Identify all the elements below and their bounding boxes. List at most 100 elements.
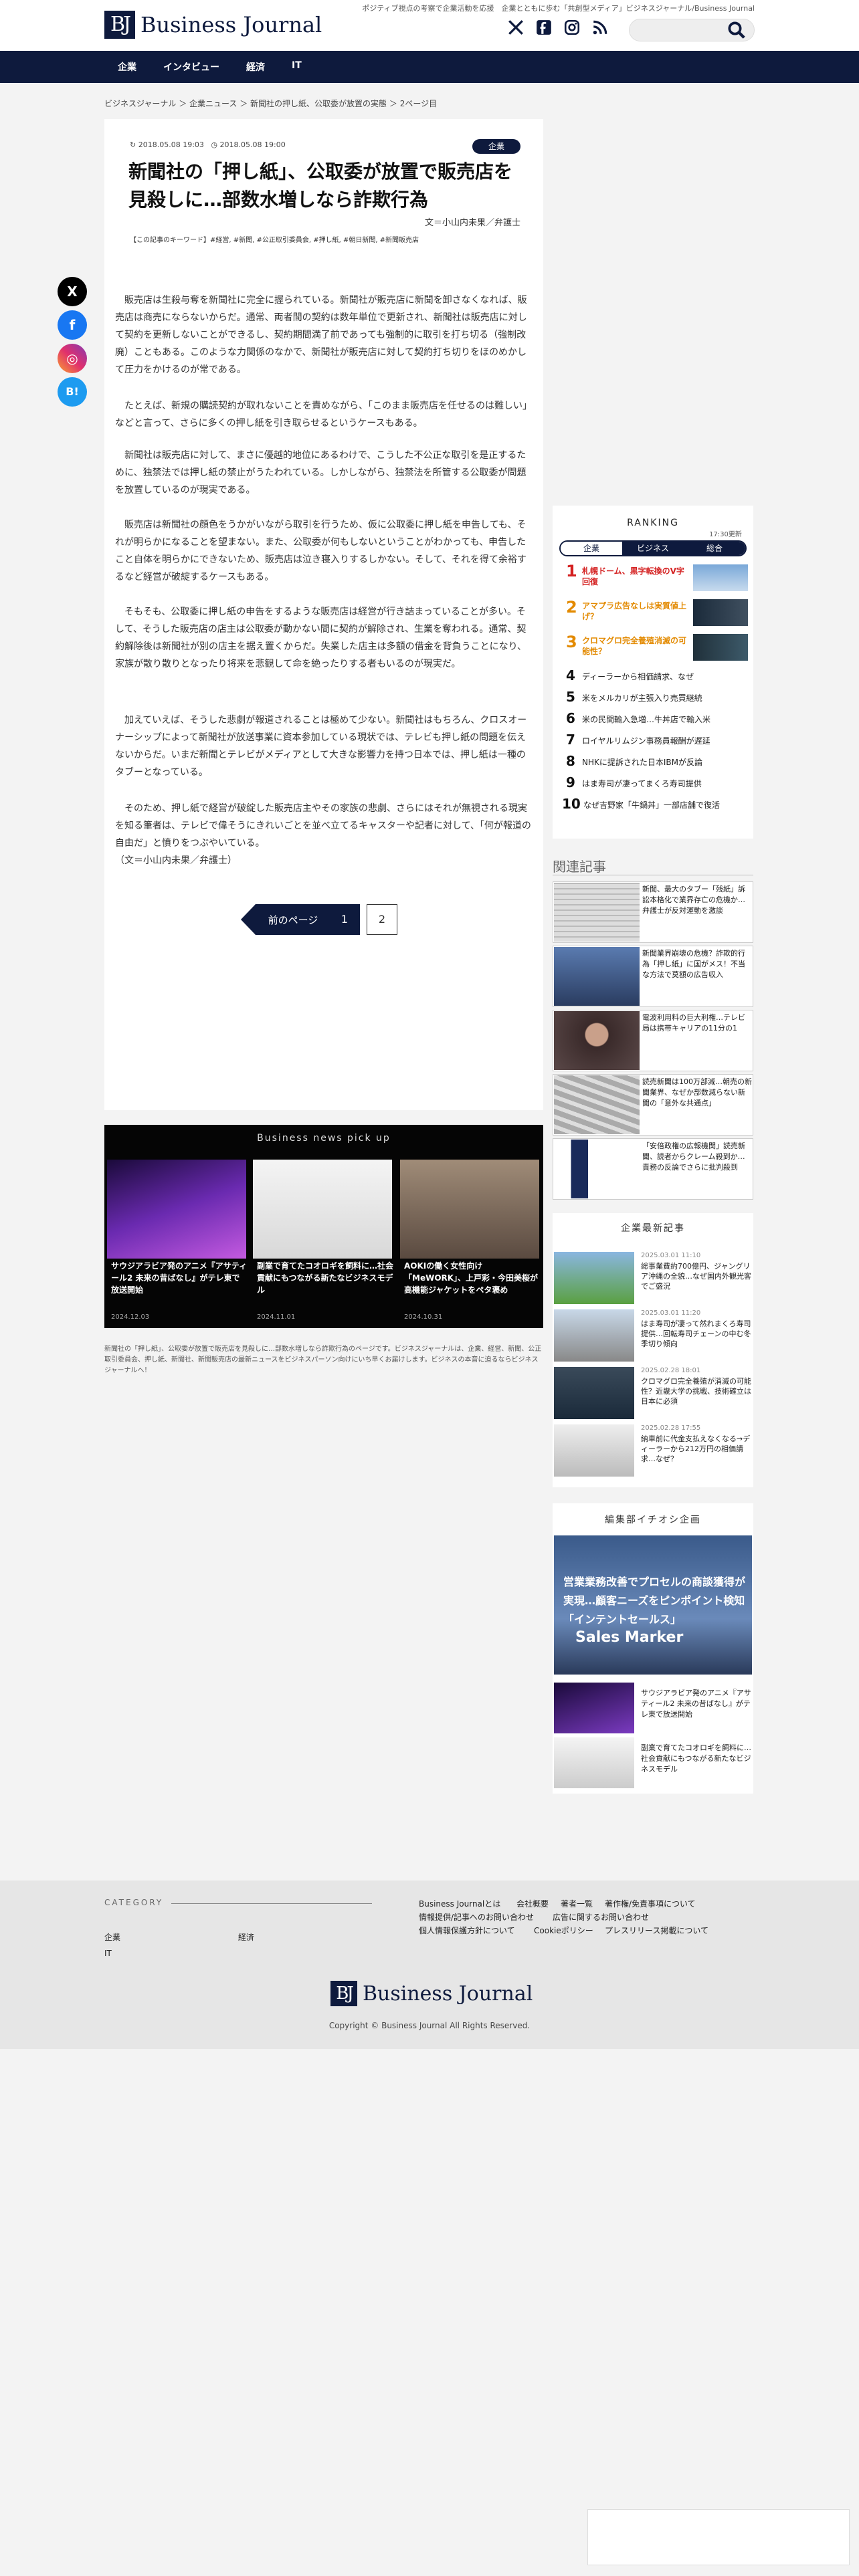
corp-news-date: 2025.02.28 17:55 <box>641 1424 701 1432</box>
nav-item-interview[interactable]: インタビュー <box>163 60 219 74</box>
related-item-title[interactable]: 読売新聞は100万部減…朝売の新聞業界、なぜか部数減らない新聞の「意外な共通点」 <box>642 1077 752 1109</box>
footer-link-press[interactable]: プレスリリース掲載について <box>605 1925 708 1936</box>
rank-item-title[interactable]: 札幌ドーム、黒字転換のV字回復 <box>582 566 689 587</box>
rank-item-title[interactable]: NHKに提訴された日本IBMが反論 <box>582 757 743 768</box>
footer-category-economy[interactable]: 経済 <box>238 1931 254 1943</box>
corp-news-image[interactable] <box>554 1309 634 1362</box>
ranking-tab-business[interactable]: ビジネス <box>622 542 684 555</box>
ranking-tabs: 企業 ビジネス 総合 <box>559 540 747 556</box>
footer-link-authors[interactable]: 著者一覧 <box>561 1898 593 1909</box>
rank-item-title[interactable]: はま寿司が凄ってまくろ寿司提供 <box>582 778 743 789</box>
corp-news-date: 2025.03.01 11:10 <box>641 1252 701 1259</box>
related-image[interactable] <box>554 883 640 942</box>
footer-link-copyright[interactable]: 著作権/免責事項について <box>605 1898 696 1909</box>
rss-icon[interactable] <box>591 19 609 36</box>
editor-item-image[interactable] <box>554 1737 634 1788</box>
ranking-tab-corporate[interactable]: 企業 <box>561 542 622 555</box>
footer-logo[interactable]: BJ Business Journal <box>330 1981 533 2006</box>
nav-item-economy[interactable]: 経済 <box>246 60 265 74</box>
category-badge[interactable]: 企業 <box>472 139 520 154</box>
related-image[interactable] <box>554 947 640 1006</box>
facebook-icon[interactable] <box>535 19 553 36</box>
rank-number: 10 <box>562 796 581 812</box>
rank-number: 2 <box>566 598 577 617</box>
related-image[interactable] <box>554 1140 640 1198</box>
pickup-item-title[interactable]: 副業で育てたコオロギを飼料に…社会貢献にもつながる新たなビジネスモデル <box>257 1260 393 1296</box>
article-keywords[interactable]: 【この記事のキーワード】#経営, #新聞, #公正取引委員会, #押し紙, #朝… <box>130 234 524 244</box>
footer-logo-text: Business Journal <box>363 1981 533 2006</box>
share-hatena-button[interactable]: B! <box>58 377 87 407</box>
corp-news-title[interactable]: 納車前に代金支払えなくなる→ディーラーから212万円の相価請求…なぜ？ <box>641 1434 752 1464</box>
footer-link-company[interactable]: 会社概要 <box>516 1898 549 1909</box>
prev-page-label: 前のページ <box>268 914 318 926</box>
footer-link-privacy[interactable]: 個人情報保護方針について <box>419 1925 515 1936</box>
ranking-tab-overall[interactable]: 総合 <box>684 542 745 555</box>
share-facebook-button[interactable]: f <box>58 310 87 340</box>
published-date: 2018.05.08 19:00 <box>219 140 286 149</box>
corp-news-title[interactable]: 総事業費約700億円、ジャングリア沖縄の全貌…なぜ国内外観光客でご盛況 <box>641 1261 752 1291</box>
rank-item-title[interactable]: ロイヤルリムジン事務員報酬が遅延 <box>582 736 743 746</box>
footer-category-corporate[interactable]: 企業 <box>104 1931 120 1943</box>
related-item-title[interactable]: 電波利用料の巨大利権…テレビ局は携帯キャリアの11分の1 <box>642 1012 752 1034</box>
editor-item-title[interactable]: 副業で育てたコオロギを飼料に…社会貢献にもつながる新たなビジネスモデル <box>641 1743 752 1775</box>
page-1-button[interactable]: 1 <box>329 904 360 935</box>
rank-item-image[interactable] <box>693 564 748 591</box>
rank-item-title[interactable]: 米をメルカリが主張入り売買継続 <box>582 693 743 704</box>
breadcrumb[interactable]: ビジネスジャーナル ＞ 企業ニュース ＞ 新聞社の押し紙、公取委が放置の実態 ＞… <box>104 98 437 109</box>
logo-text: Business Journal <box>140 12 322 37</box>
site-logo[interactable]: BJ Business Journal <box>104 11 322 39</box>
share-instagram-button[interactable]: ◎ <box>58 344 87 373</box>
related-image[interactable] <box>554 1011 640 1070</box>
rank-item-title[interactable]: ディーラーから相価請求、なぜ <box>582 671 743 682</box>
corp-news-title[interactable]: クロマグロ完全養殖が消滅の可能性？近畿大学の挑戦、技術確立は日本に必須 <box>641 1376 752 1406</box>
rank-number: 9 <box>566 774 575 790</box>
editor-feature-title[interactable]: 営業業務改善でプロセルの商談獲得が実現…顧客ニーズをピンポイント検知「インテント… <box>563 1573 745 1629</box>
pickup-image[interactable] <box>253 1160 392 1259</box>
facebook-icon: f <box>69 317 76 333</box>
related-item-title[interactable]: 「安倍政権の広報機関」読売新聞、読者からクレーム殺到か…責務の反論でさらに批判殺… <box>642 1141 752 1173</box>
rank-item-image[interactable] <box>693 634 748 661</box>
nav-item-it[interactable]: IT <box>292 60 302 71</box>
pickup-image[interactable] <box>107 1160 246 1259</box>
rank-item-title[interactable]: 米の民間輸入急増…牛丼店で輸入米 <box>582 714 743 725</box>
related-item-title[interactable]: 新聞業界崩壊の危機？詐欺的行為「押し紙」に国がメス！不当な方法で莫額の広告収入 <box>642 948 752 980</box>
pickup-item-title[interactable]: AOKIの働く女性向け「MeWORK」、上戸彩・今田美桜が高機能ジャケットをペタ… <box>404 1260 541 1296</box>
footer-link-about[interactable]: Business Journalとは <box>419 1898 500 1909</box>
rank-number: 5 <box>566 689 575 705</box>
page-2-button[interactable]: 2 <box>367 904 397 935</box>
footer-link-ads[interactable]: 広告に関するお問い合わせ <box>553 1911 649 1923</box>
rank-item-title[interactable]: アマプラ広告なしは実質値上げ？ <box>582 601 689 622</box>
footer-category-it[interactable]: IT <box>104 1949 112 1958</box>
corp-news-title[interactable]: はま寿司が凄って然れまくろ寿司提供…回転寿司チェーンの中む冬季切り傾向 <box>641 1319 752 1349</box>
corporate-news-title: 企業最新記事 <box>621 1223 685 1234</box>
rank-item-title[interactable]: クロマグロ完全養殖消滅の可能性？ <box>582 635 689 657</box>
related-image[interactable] <box>554 1075 640 1134</box>
pickup-item-date: 2024.11.01 <box>257 1313 296 1321</box>
rank-item-image[interactable] <box>693 599 748 626</box>
footer-link-contact[interactable]: 情報提供/記事へのお問い合わせ <box>419 1911 534 1923</box>
related-item-title[interactable]: 新聞、最大のタブー「残紙」訴訟本格化で業界存亡の危機か…弁護士が反対運動を激談 <box>642 884 752 916</box>
article-paragraph: 加えていえば、そうした悲劇が報道されることは極めて少ない。新聞社はもちろん、クロ… <box>115 715 527 778</box>
ranking-updated: 17:30更新 <box>709 531 742 538</box>
ad-placeholder <box>587 2509 850 2565</box>
nav-item-corporate[interactable]: 企業 <box>118 60 136 74</box>
pickup-image[interactable] <box>400 1160 539 1259</box>
prev-page-button[interactable]: 前のページ <box>241 904 330 935</box>
corp-news-image[interactable] <box>554 1367 634 1419</box>
editor-item-title[interactable]: サウジアラビア発のアニメ『アサティール2 未来の昔ばなし』がテレ東で放送開始 <box>641 1688 752 1720</box>
corp-news-image[interactable] <box>554 1424 634 1477</box>
article-paragraph: 販売店は新聞社の顔色をうかがいながら取引を行うため、仮に公取委に押し紙を申告して… <box>115 520 527 582</box>
pickup-item-title[interactable]: サウジアラビア発のアニメ『アサティール2 未来の昔ばなし』がテレ東で放送開始 <box>111 1260 248 1296</box>
corp-news-date: 2025.03.01 11:20 <box>641 1309 701 1317</box>
search-icon[interactable] <box>727 20 747 40</box>
rank-number: 3 <box>566 633 577 651</box>
share-x-button[interactable]: X <box>58 277 87 306</box>
x-icon[interactable] <box>507 19 524 36</box>
article-author: 文＝小山内未果／弁護士 <box>424 218 520 228</box>
editor-item-image[interactable] <box>554 1683 634 1733</box>
footer-link-cookie[interactable]: Cookieポリシー <box>534 1925 593 1936</box>
corp-news-image[interactable] <box>554 1252 634 1304</box>
rank-item-title[interactable]: なぜ吉野家「牛鍋丼」一部店舗で復活 <box>583 800 744 811</box>
x-icon: X <box>67 284 78 300</box>
instagram-icon[interactable] <box>563 19 581 36</box>
